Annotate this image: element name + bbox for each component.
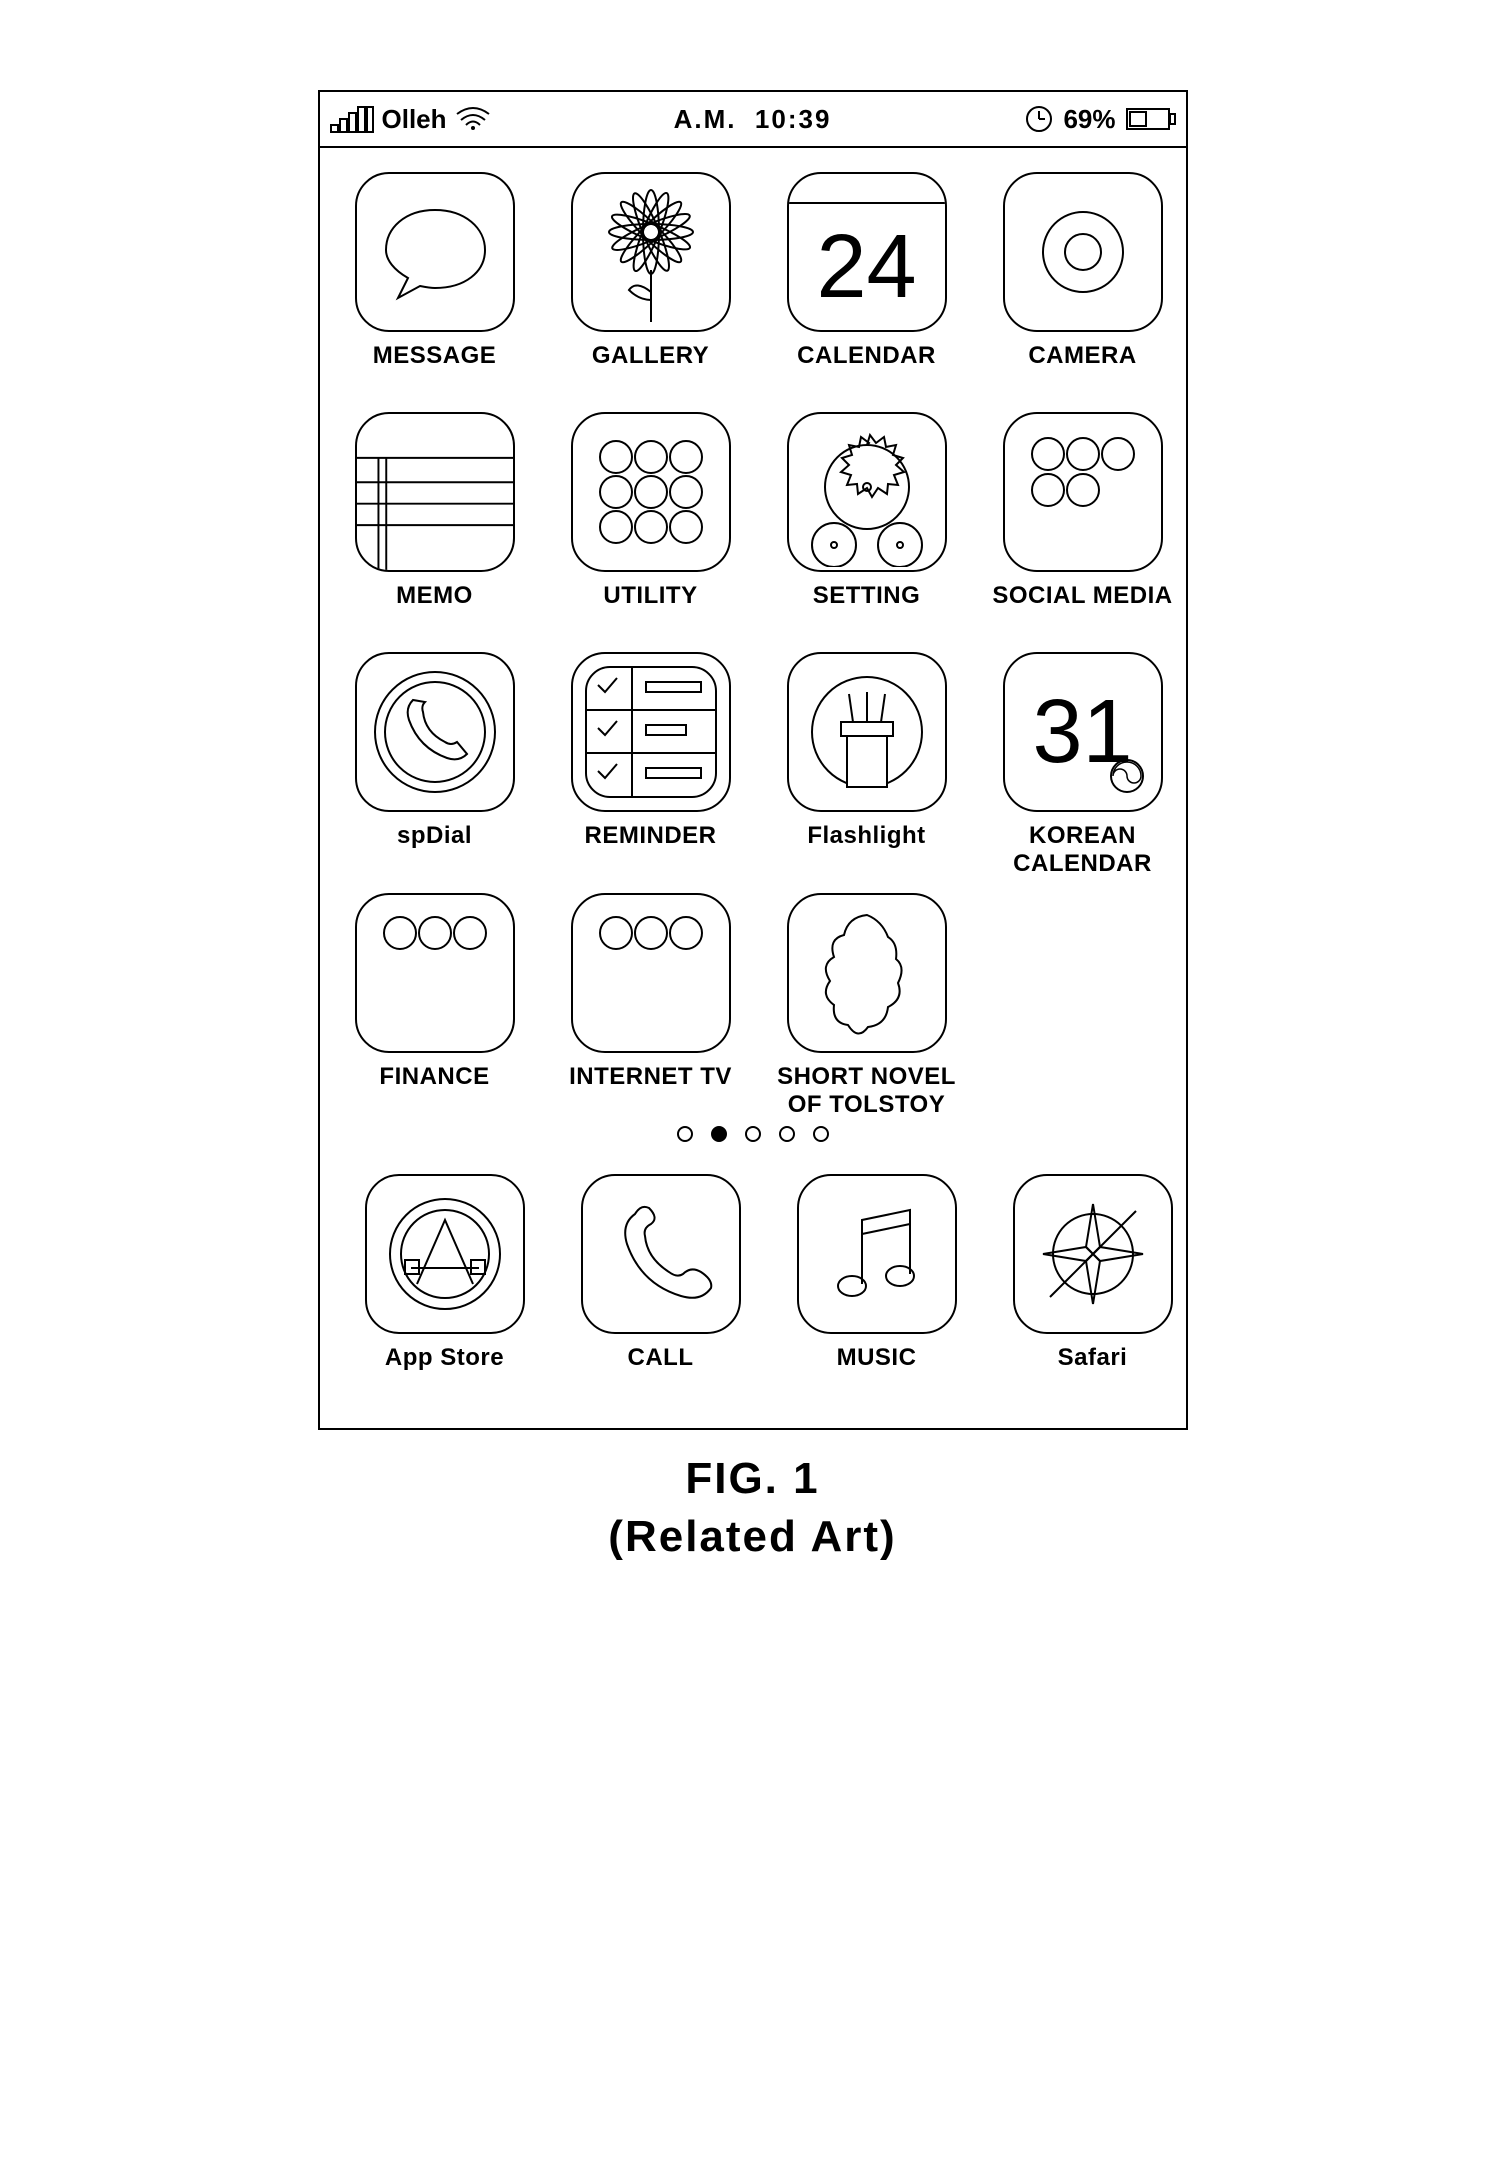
battery-icon bbox=[1126, 107, 1176, 131]
app-call[interactable]: CALL bbox=[556, 1174, 766, 1398]
battery-percent: 69% bbox=[1063, 104, 1115, 135]
app-label: App Store bbox=[385, 1344, 504, 1398]
app-label: SHORT NOVEL OF TOLSTOY bbox=[762, 1063, 972, 1118]
social-media-icon bbox=[1003, 412, 1163, 572]
app-label: MUSIC bbox=[837, 1344, 917, 1398]
app-safari[interactable]: Safari bbox=[988, 1174, 1198, 1398]
caption-line-1: FIG. 1 bbox=[608, 1450, 896, 1507]
time-prefix: A.M. bbox=[674, 104, 737, 134]
app-label: MEMO bbox=[396, 582, 473, 636]
app-label: Flashlight bbox=[807, 822, 925, 876]
page-dot[interactable] bbox=[813, 1126, 829, 1142]
app-calendar[interactable]: 24 CALENDAR bbox=[762, 172, 972, 396]
app-label: GALLERY bbox=[592, 342, 709, 396]
appstore-icon bbox=[365, 1174, 525, 1334]
app-label: SOCIAL MEDIA bbox=[992, 582, 1172, 636]
calendar-icon: 24 bbox=[787, 172, 947, 332]
flashlight-icon bbox=[787, 652, 947, 812]
app-gallery[interactable]: GALLERY bbox=[546, 172, 756, 396]
dock: App Store CALL bbox=[330, 1160, 1176, 1418]
caption-line-2: (Related Art) bbox=[608, 1508, 896, 1565]
app-camera[interactable]: CAMERA bbox=[978, 172, 1188, 396]
page-indicator[interactable] bbox=[330, 1126, 1176, 1142]
app-tolstoy[interactable]: SHORT NOVEL OF TOLSTOY bbox=[762, 893, 972, 1118]
app-label: SETTING bbox=[813, 582, 921, 636]
gallery-icon bbox=[571, 172, 731, 332]
korean-calendar-icon: 31 bbox=[1003, 652, 1163, 812]
app-reminder[interactable]: REMINDER bbox=[546, 652, 756, 877]
internet-tv-icon bbox=[571, 893, 731, 1053]
wifi-icon bbox=[455, 106, 491, 132]
app-social-media[interactable]: SOCIAL MEDIA bbox=[978, 412, 1188, 636]
music-icon bbox=[797, 1174, 957, 1334]
safari-icon bbox=[1013, 1174, 1173, 1334]
app-music[interactable]: MUSIC bbox=[772, 1174, 982, 1398]
page-dot[interactable] bbox=[711, 1126, 727, 1142]
phone-frame: Olleh A.M. 10:39 69% bbox=[318, 90, 1188, 1430]
app-internet-tv[interactable]: INTERNET TV bbox=[546, 893, 756, 1118]
app-finance[interactable]: FINANCE bbox=[330, 893, 540, 1118]
time-value: 10:39 bbox=[755, 104, 832, 134]
setting-icon bbox=[787, 412, 947, 572]
carrier-label: Olleh bbox=[382, 104, 447, 135]
page-dot[interactable] bbox=[779, 1126, 795, 1142]
app-label: KOREAN CALENDAR bbox=[978, 822, 1188, 877]
finance-icon bbox=[355, 893, 515, 1053]
app-label: REMINDER bbox=[584, 822, 716, 876]
home-screen: MESSAGE bbox=[320, 148, 1186, 1428]
app-label: CALL bbox=[628, 1344, 694, 1398]
app-utility[interactable]: UTILITY bbox=[546, 412, 756, 636]
app-memo[interactable]: MEMO bbox=[330, 412, 540, 636]
tolstoy-icon bbox=[787, 893, 947, 1053]
app-flashlight[interactable]: Flashlight bbox=[762, 652, 972, 877]
camera-icon bbox=[1003, 172, 1163, 332]
app-label: FINANCE bbox=[379, 1063, 489, 1117]
app-appstore[interactable]: App Store bbox=[340, 1174, 550, 1398]
app-korean-calendar[interactable]: 31 KOREAN CALENDAR bbox=[978, 652, 1188, 877]
status-bar: Olleh A.M. 10:39 69% bbox=[320, 92, 1186, 148]
message-icon bbox=[355, 172, 515, 332]
clock-icon bbox=[1025, 105, 1053, 133]
app-label: MESSAGE bbox=[373, 342, 497, 396]
app-label: spDial bbox=[397, 822, 472, 876]
app-label: CAMERA bbox=[1028, 342, 1136, 396]
calendar-day: 24 bbox=[816, 204, 916, 330]
signal-icon bbox=[330, 105, 374, 133]
memo-icon bbox=[355, 412, 515, 572]
call-icon bbox=[581, 1174, 741, 1334]
app-label: CALENDAR bbox=[797, 342, 936, 396]
app-label: INTERNET TV bbox=[569, 1063, 732, 1117]
spdial-icon bbox=[355, 652, 515, 812]
page-dot[interactable] bbox=[677, 1126, 693, 1142]
app-label: UTILITY bbox=[603, 582, 697, 636]
page-dot[interactable] bbox=[745, 1126, 761, 1142]
utility-icon bbox=[571, 412, 731, 572]
app-label: Safari bbox=[1058, 1344, 1128, 1398]
figure-caption: FIG. 1 (Related Art) bbox=[608, 1450, 896, 1564]
app-spdial[interactable]: spDial bbox=[330, 652, 540, 877]
reminder-icon bbox=[571, 652, 731, 812]
app-message[interactable]: MESSAGE bbox=[330, 172, 540, 396]
app-setting[interactable]: SETTING bbox=[762, 412, 972, 636]
